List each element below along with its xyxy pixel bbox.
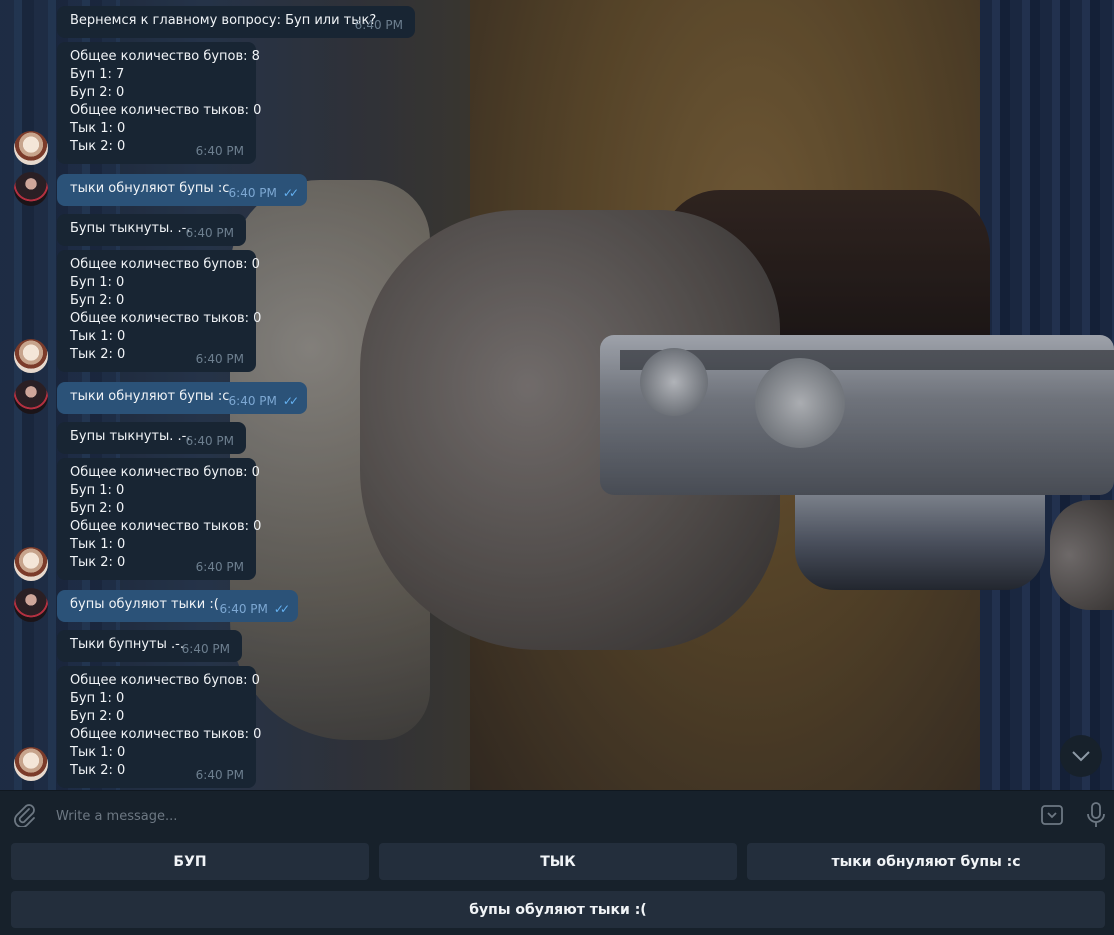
bot-avatar[interactable] [14,747,48,781]
message-time: 6:40 PM [195,768,244,782]
message-line: Буп 2: 0 [70,709,125,724]
bot-avatar[interactable] [14,131,48,165]
message-bubble[interactable]: Общее количество бупов: 0 Буп 1: 0 Буп 2… [57,666,262,788]
message-line: Общее количество тыков: 0 [70,103,262,118]
keyboard-button-reset-tyks[interactable]: бупы обуляют тыки :( [11,891,1105,928]
message-line: Буп 1: 0 [70,483,125,498]
message-bubble[interactable]: Вернемся к главному вопросу: Буп или тык… [57,6,415,38]
message-time: 6:40 PM ✓✓ [228,394,300,408]
message-text: Бупы тыкнуты. .-. [70,429,191,444]
message-line: Буп 2: 0 [70,85,125,100]
read-ticks-icon: ✓✓ [282,186,299,200]
message-text: бупы обуляют тыки :( [70,597,219,612]
message-time: 6:40 PM [185,434,234,448]
microphone-icon[interactable] [1084,801,1108,829]
composer [0,790,1114,838]
message-line: Тык 1: 0 [70,121,126,136]
message-line: Буп 1: 0 [70,691,125,706]
message-text: Тыки бупнуты .-. [70,637,184,652]
message-bubble[interactable]: Тыки бупнуты .-. 6:40 PM [57,630,242,662]
read-ticks-icon: ✓✓ [282,394,299,408]
keyboard-button-tyk[interactable]: ТЫК [379,843,737,880]
message-bubble-outgoing[interactable]: тыки обнуляют бупы :с 6:40 PM ✓✓ [57,382,307,414]
message-line: Общее количество тыков: 0 [70,727,262,742]
message-bubble[interactable]: Общее количество бупов: 0 Буп 1: 0 Буп 2… [57,250,262,372]
message-time: 6:40 PM [185,226,234,240]
message-time: 6:40 PM [354,18,403,32]
paperclip-icon[interactable] [12,803,38,827]
message-text: тыки обнуляют бупы :с [70,181,230,196]
message-bubble[interactable]: Общее количество бупов: 0 Буп 1: 0 Буп 2… [57,458,262,580]
message-line: Тык 1: 0 [70,537,126,552]
message-bubble[interactable]: Общее количество бупов: 8 Буп 1: 7 Буп 2… [57,42,262,164]
message-bubble-outgoing[interactable]: тыки обнуляют бупы :с 6:40 PM ✓✓ [57,174,307,206]
message-bubble[interactable]: Бупы тыкнуты. .-. 6:40 PM [57,214,246,246]
keyboard-button-reset-boops[interactable]: тыки обнуляют бупы :с [747,843,1105,880]
chat-area: Вернемся к главному вопросу: Буп или тык… [0,0,1114,790]
keyboard-button-boop[interactable]: БУП [11,843,369,880]
message-time: 6:40 PM [195,352,244,366]
message-line: Общее количество бупов: 0 [70,673,260,688]
message-time: 6:40 PM [195,144,244,158]
message-line: Буп 2: 0 [70,293,125,308]
message-line: Общее количество бупов: 0 [70,257,260,272]
message-line: Тык 1: 0 [70,745,126,760]
message-time: 6:40 PM ✓✓ [219,602,291,616]
chevron-down-icon [1072,751,1090,762]
scroll-down-button[interactable] [1060,735,1102,777]
bot-keyboard-icon[interactable] [1040,803,1064,827]
message-text: Вернемся к главному вопросу: Буп или тык… [70,13,377,28]
bot-avatar[interactable] [14,339,48,373]
message-time: 6:40 PM ✓✓ [228,186,300,200]
message-line: Общее количество тыков: 0 [70,519,262,534]
message-line: Буп 1: 0 [70,275,125,290]
message-line: Буп 2: 0 [70,501,125,516]
user-avatar[interactable] [14,380,48,414]
message-input[interactable] [54,803,958,829]
message-time: 6:40 PM [195,560,244,574]
message-time: 6:40 PM [181,642,230,656]
reply-keyboard: БУП ТЫК тыки обнуляют бупы :с бупы обуля… [0,838,1114,935]
message-text: Бупы тыкнуты. .-. [70,221,191,236]
message-line: Общее количество бупов: 0 [70,465,260,480]
bot-avatar[interactable] [14,547,48,581]
message-line: Общее количество бупов: 8 [70,49,260,64]
user-avatar[interactable] [14,588,48,622]
message-line: Буп 1: 7 [70,67,125,82]
read-ticks-icon: ✓✓ [273,602,290,616]
message-bubble-outgoing[interactable]: бупы обуляют тыки :( 6:40 PM ✓✓ [57,590,298,622]
message-line: Тык 1: 0 [70,329,126,344]
user-avatar[interactable] [14,172,48,206]
message-bubble[interactable]: Бупы тыкнуты. .-. 6:40 PM [57,422,246,454]
message-line: Общее количество тыков: 0 [70,311,262,326]
message-text: тыки обнуляют бупы :с [70,389,230,404]
